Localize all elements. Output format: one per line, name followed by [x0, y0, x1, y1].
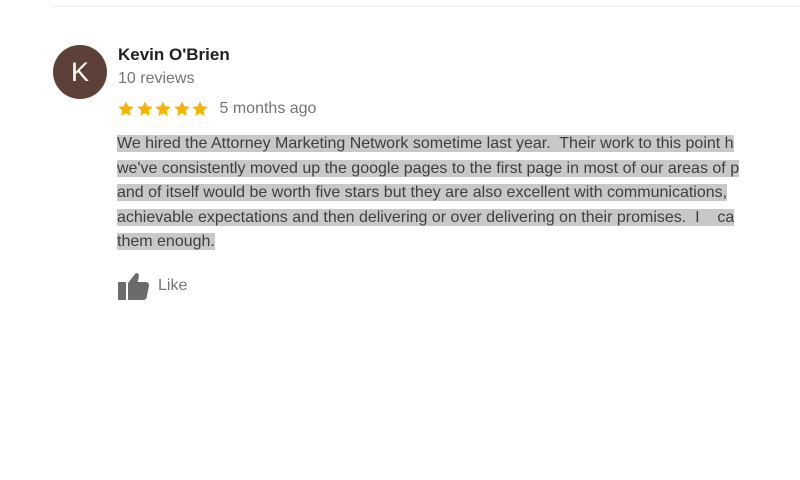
like-button[interactable]: Like [117, 271, 187, 301]
review-text-line: and of itself would be worth five stars … [117, 184, 728, 201]
review-text-line: achievable expectations and then deliver… [117, 208, 735, 226]
star-icon [192, 101, 208, 116]
review-date: 5 months ago [219, 100, 317, 117]
review-count[interactable]: 10 reviews [118, 70, 194, 88]
author-name[interactable]: Kevin O'Brien [118, 45, 230, 65]
like-label: Like [158, 277, 188, 294]
avatar[interactable]: K [53, 45, 107, 99]
review-text-line: them enough. [117, 233, 215, 250]
rating-row: 5 months ago [117, 99, 316, 119]
review-text: We hired the Attorney Marketing Network … [117, 132, 800, 255]
star-icon [173, 101, 190, 116]
star-icon [155, 101, 171, 116]
thumbs-up-icon [118, 273, 150, 300]
review-text-line: We hired the Attorney Marketing Network … [117, 135, 734, 152]
divider [52, 6, 800, 7]
star-rating [117, 100, 210, 118]
star-icon [118, 101, 134, 116]
review-card: K Kevin O'Brien 10 reviews 5 months ago … [0, 0, 800, 480]
review-text-line: we've consistently moved up the google p… [117, 159, 740, 177]
avatar-initial: K [70, 56, 89, 87]
star-icon [136, 101, 153, 116]
